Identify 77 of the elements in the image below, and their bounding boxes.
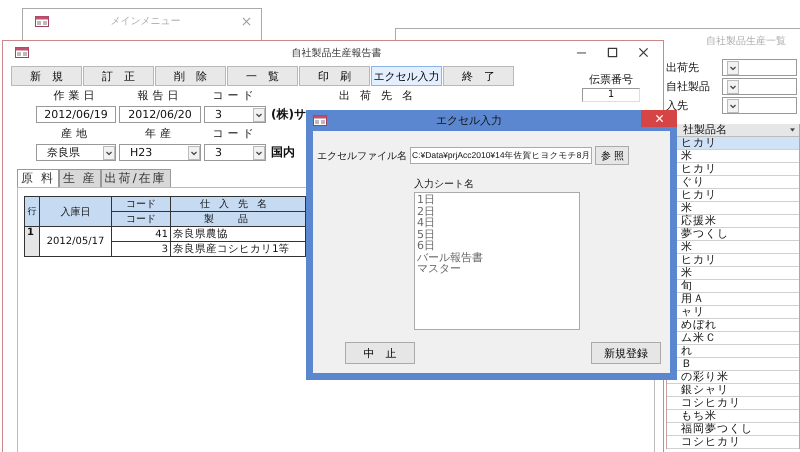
toolbar-button[interactable]: 削 除 — [155, 66, 226, 86]
list-item[interactable]: 1日 — [417, 194, 577, 206]
field-label: 産地 — [60, 127, 92, 140]
dropdown-icon[interactable] — [727, 60, 739, 74]
toolbar-button[interactable]: 訂 正 — [83, 66, 154, 86]
list-item[interactable]: マスター — [417, 263, 577, 274]
date-field[interactable]: 2012/06/19 — [36, 106, 116, 123]
origin-combo[interactable]: 奈良県 — [36, 144, 116, 161]
column-header: コード — [112, 212, 170, 226]
grid-row[interactable]: 福岡夢つくし — [667, 423, 799, 436]
list-item[interactable]: 5日 — [417, 228, 577, 240]
code-combo[interactable]: 3 — [204, 144, 266, 161]
grid-row[interactable]: もち米 — [667, 410, 799, 423]
table-cell: 2012/05/17 — [40, 226, 112, 256]
slip-label: 伝票番号 — [589, 72, 633, 87]
dropdown-icon[interactable] — [253, 146, 265, 160]
row-number: 1 — [24, 226, 40, 256]
field-label: 出荷先名 — [338, 89, 424, 102]
cancel-button[interactable]: 中 止 — [345, 342, 415, 364]
code-combo[interactable]: 3 — [204, 106, 266, 123]
grid-row[interactable]: 銀シャリ — [667, 384, 799, 397]
toolbar-button[interactable]: 終 了 — [443, 66, 514, 86]
list-item[interactable]: バール報告書 — [417, 252, 577, 263]
filter-label: 出荷先 — [666, 60, 700, 75]
sort-icon[interactable] — [790, 128, 795, 132]
dropdown-icon[interactable] — [103, 146, 115, 160]
field-label: 報告日 — [136, 89, 184, 102]
close-icon[interactable] — [638, 47, 649, 58]
field-label: 作業日 — [52, 89, 100, 102]
toolbar-button[interactable]: 新 規 — [11, 66, 82, 86]
dropdown-icon[interactable] — [727, 98, 739, 112]
dropdown-icon[interactable] — [727, 80, 739, 94]
sheet-list[interactable]: 1日 2日 4日 5日 6日 バール報告書 マスター — [414, 192, 580, 330]
tab[interactable]: 原 料 — [17, 169, 59, 187]
filter-label: 入先 — [666, 98, 689, 113]
column-header: 行 — [24, 196, 40, 226]
dialog-title: エクセル入力 — [435, 113, 503, 128]
column-header: コード — [112, 196, 170, 212]
field-label: コード — [212, 127, 258, 140]
sheet-label: 入力シート名 — [414, 178, 475, 191]
register-button[interactable]: 新規登録 — [591, 342, 661, 364]
form-icon — [35, 16, 49, 26]
column-header: 製品 — [170, 212, 306, 226]
window-title: メインメニュー — [110, 15, 182, 28]
window-title: 自社製品生産報告書 — [290, 46, 382, 60]
dropdown-icon[interactable] — [188, 146, 200, 160]
close-button[interactable] — [641, 110, 677, 127]
column-header: 仕入先名 — [170, 196, 306, 212]
product-name: 国内 — [270, 144, 295, 161]
dropdown-icon[interactable] — [253, 108, 265, 122]
list-item[interactable]: 2日 — [417, 206, 577, 217]
field-label: 年産 — [144, 127, 176, 140]
year-combo[interactable]: H23 — [119, 144, 201, 161]
filter-label: 自社製品 — [666, 79, 711, 94]
browse-button[interactable]: 参 照 — [595, 146, 630, 165]
list-item[interactable]: 4日 — [417, 217, 577, 228]
grid-row[interactable]: コシヒカリ — [667, 436, 799, 449]
file-label: エクセルファイル名 — [317, 150, 407, 162]
toolbar-button[interactable]: 一 覧 — [227, 66, 298, 86]
customer-name: (株)サ — [270, 106, 306, 123]
field-label: コード — [212, 89, 258, 102]
maximize-icon[interactable] — [607, 47, 618, 58]
form-icon — [15, 47, 29, 58]
tab[interactable]: 生 産 — [58, 169, 101, 187]
date-field[interactable]: 2012/06/20 — [119, 106, 201, 123]
toolbar-button[interactable]: エクセル入力 — [371, 66, 442, 86]
toolbar-button[interactable]: 印 刷 — [299, 66, 370, 86]
slip-number-field[interactable]: 1 — [582, 88, 640, 102]
table-cell: 3 — [112, 242, 170, 256]
file-path-field[interactable]: C:¥Data¥prjAcc2010¥14年佐賀ヒヨクモチ8月 — [410, 147, 592, 164]
list-item[interactable]: 6日 — [417, 240, 577, 252]
grid-row[interactable]: コシヒカリ — [667, 397, 799, 410]
tab[interactable]: 出荷/在庫 — [100, 169, 171, 187]
window-title: 自社製品生産一覧 — [706, 34, 786, 48]
table-cell: 奈良県産コシヒカリ1等 — [170, 242, 306, 256]
form-icon — [313, 115, 327, 126]
column-header: 入庫日 — [40, 196, 112, 226]
